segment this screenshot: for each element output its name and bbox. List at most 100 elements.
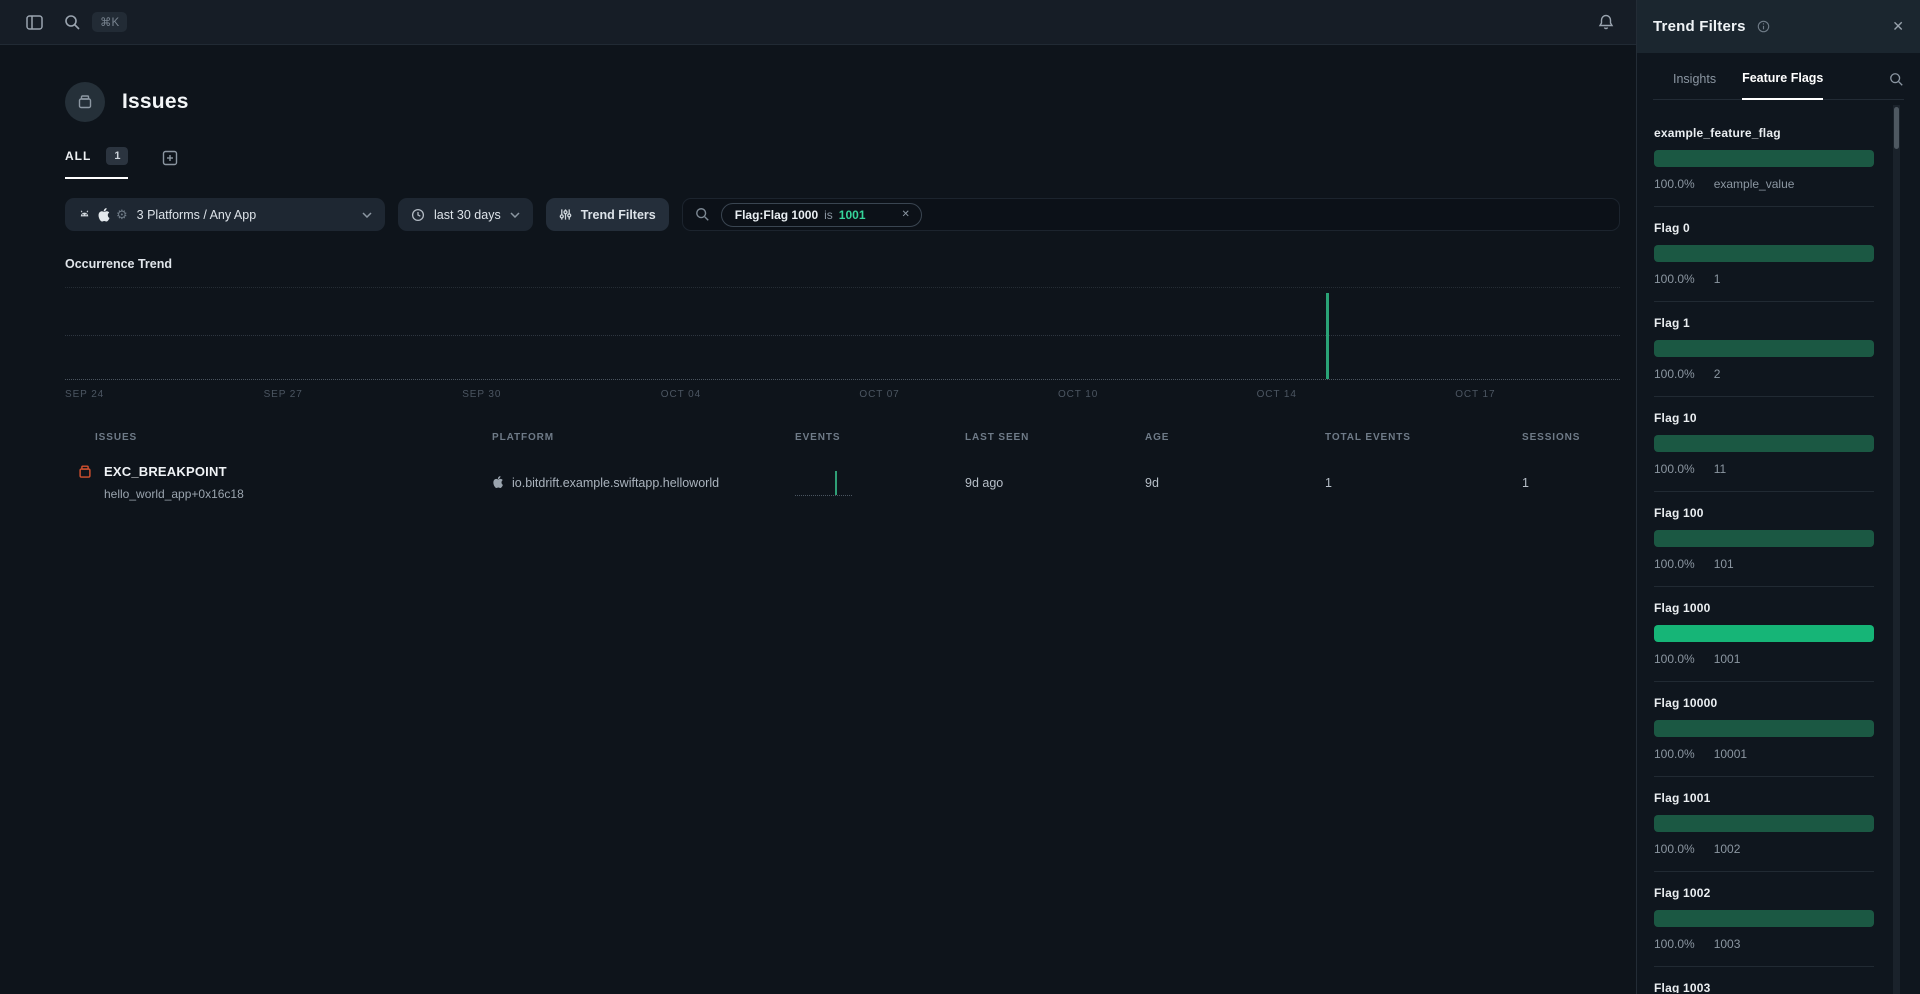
flag-percent: 100.0%	[1654, 557, 1695, 571]
search-icon	[695, 207, 710, 222]
sessions-value: 1	[1522, 476, 1620, 490]
flag-percent: 100.0%	[1654, 367, 1695, 381]
notifications-button[interactable]	[1594, 10, 1618, 34]
feature-flag-item[interactable]: example_feature_flag 100.0% example_valu…	[1654, 112, 1874, 207]
issues-search-input[interactable]: Flag:Flag 1000 is 1001 ✕	[682, 198, 1620, 231]
flag-name: example_feature_flag	[1654, 126, 1874, 140]
flag-distribution-bar[interactable]	[1654, 435, 1874, 452]
feature-flag-item[interactable]: Flag 10 100.0% 11	[1654, 397, 1874, 492]
x-axis-label: OCT 14	[1257, 389, 1297, 400]
apple-icon	[97, 208, 110, 222]
events-sparkline	[795, 469, 852, 496]
gridline-middle	[65, 335, 1620, 336]
tab-all[interactable]: ALL 1	[65, 147, 128, 179]
plus-square-icon	[162, 150, 178, 166]
x-axis-label: OCT 07	[859, 389, 899, 400]
content-area: Issues ALL 1	[0, 82, 1636, 501]
info-icon[interactable]	[1757, 20, 1770, 33]
chevron-down-icon	[510, 212, 520, 218]
add-view-button[interactable]	[158, 146, 182, 170]
flag-value: 11	[1714, 462, 1726, 476]
tab-feature-flags[interactable]: Feature Flags	[1742, 71, 1823, 100]
global-search-button[interactable]	[60, 10, 84, 34]
x-axis-label: SEP 27	[264, 389, 303, 400]
feature-flag-item[interactable]: Flag 1002 100.0% 1003	[1654, 872, 1874, 967]
panel-title: Trend Filters	[1653, 18, 1746, 35]
feature-flag-item[interactable]: Flag 1001 100.0% 1002	[1654, 777, 1874, 872]
total-events-value: 1	[1325, 476, 1522, 490]
col-events: EVENTS	[795, 432, 965, 443]
flag-distribution-bar[interactable]	[1654, 530, 1874, 547]
feature-flag-item[interactable]: Flag 1000 100.0% 1001	[1654, 587, 1874, 682]
flag-stats: 100.0% 1001	[1654, 652, 1874, 682]
platform-bundle-id: io.bitdrift.example.swiftapp.helloworld	[512, 476, 719, 490]
flag-percent: 100.0%	[1654, 937, 1695, 951]
flag-distribution-bar[interactable]	[1654, 815, 1874, 832]
issue-cell[interactable]: EXC_BREAKPOINT hello_world_app+0x16c18	[65, 464, 492, 501]
feature-flag-item[interactable]: Flag 10000 100.0% 10001	[1654, 682, 1874, 777]
chip-operator: is	[824, 208, 833, 222]
panel-close-icon[interactable]: ✕	[1892, 18, 1904, 35]
flag-name: Flag 10000	[1654, 696, 1874, 710]
flag-percent: 100.0%	[1654, 462, 1695, 476]
sidebar-toggle-button[interactable]	[22, 10, 46, 34]
tab-insights[interactable]: Insights	[1673, 72, 1716, 99]
flag-percent: 100.0%	[1654, 177, 1695, 191]
trend-filters-button[interactable]: Trend Filters	[546, 198, 669, 231]
feature-flag-item[interactable]: Flag 1003	[1654, 967, 1874, 993]
chevron-down-icon	[362, 212, 372, 218]
platform-icons: ⚙	[78, 208, 128, 222]
table-row[interactable]: EXC_BREAKPOINT hello_world_app+0x16c18 i…	[65, 464, 1620, 501]
search-icon	[64, 14, 81, 31]
feature-flag-item[interactable]: Flag 100 100.0% 101	[1654, 492, 1874, 587]
col-last-seen: LAST SEEN	[965, 432, 1145, 443]
search-shortcut-badge: ⌘K	[92, 12, 127, 32]
platform-filter-dropdown[interactable]: ⚙ 3 Platforms / Any App	[65, 198, 385, 231]
flag-name: Flag 0	[1654, 221, 1874, 235]
feature-flag-item[interactable]: Flag 1 100.0% 2	[1654, 302, 1874, 397]
panel-tabs: Insights Feature Flags	[1653, 53, 1904, 100]
flag-name: Flag 1002	[1654, 886, 1874, 900]
flag-stats: 100.0% 1	[1654, 272, 1874, 302]
issues-page-icon-badge	[65, 82, 105, 122]
flag-distribution-bar[interactable]	[1654, 340, 1874, 357]
chip-remove-icon[interactable]: ✕	[902, 209, 910, 220]
flag-name: Flag 1001	[1654, 791, 1874, 805]
panel-search-button[interactable]	[1889, 72, 1904, 87]
app-root: ⌘K Issues AL	[0, 0, 1920, 994]
sidebar-toggle-icon	[25, 13, 44, 32]
flag-value: 2	[1714, 367, 1721, 381]
flag-percent: 100.0%	[1654, 842, 1695, 856]
flag-distribution-bar[interactable]	[1654, 150, 1874, 167]
flag-distribution-bar[interactable]	[1654, 245, 1874, 262]
flag-stats: 100.0% 101	[1654, 557, 1874, 587]
event-spike-bar[interactable]	[1326, 293, 1329, 379]
panel-scrollbar-track[interactable]	[1893, 105, 1900, 994]
views-tabs-row: ALL 1	[65, 146, 1620, 180]
time-range-label: last 30 days	[434, 208, 501, 222]
flag-value: 10001	[1714, 747, 1747, 761]
search-filter-chip[interactable]: Flag:Flag 1000 is 1001 ✕	[721, 203, 922, 227]
issue-subtitle: hello_world_app+0x16c18	[104, 487, 244, 501]
sparkline-event-tick	[835, 471, 837, 495]
x-axis-label: SEP 30	[462, 389, 501, 400]
feature-flag-item[interactable]: Flag 0 100.0% 1	[1654, 207, 1874, 302]
issue-jar-icon	[76, 93, 94, 111]
flag-percent: 100.0%	[1654, 652, 1695, 666]
android-icon	[78, 208, 91, 221]
issue-name[interactable]: EXC_BREAKPOINT	[104, 464, 244, 479]
crash-jar-icon	[77, 464, 93, 480]
chart-x-axis: SEP 24SEP 27SEP 30OCT 04OCT 07OCT 10OCT …	[65, 389, 1620, 405]
flag-distribution-bar[interactable]	[1654, 720, 1874, 737]
time-range-dropdown[interactable]: last 30 days	[398, 198, 533, 231]
col-platform: PLATFORM	[492, 432, 795, 443]
col-total-events: TOTAL EVENTS	[1325, 432, 1522, 443]
feature-flag-list: example_feature_flag 100.0% example_valu…	[1637, 100, 1920, 993]
page-title: Issues	[122, 90, 189, 114]
flag-distribution-bar[interactable]	[1654, 910, 1874, 927]
flag-name: Flag 10	[1654, 411, 1874, 425]
chip-key: Flag:Flag 1000	[735, 208, 818, 222]
panel-scrollbar-thumb[interactable]	[1894, 107, 1899, 149]
flag-value: 1002	[1714, 842, 1741, 856]
flag-distribution-bar[interactable]	[1654, 625, 1874, 642]
